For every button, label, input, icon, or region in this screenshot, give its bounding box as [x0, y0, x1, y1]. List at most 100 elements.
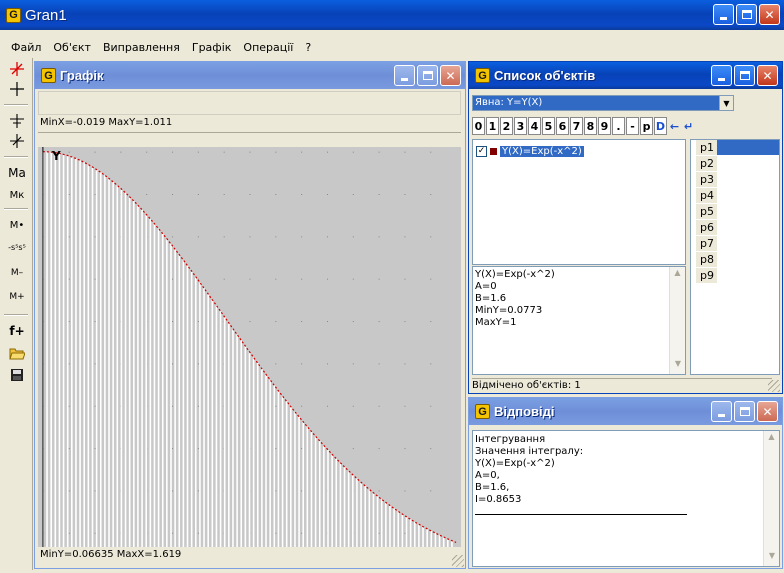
- graph-maximize-button[interactable]: [417, 65, 438, 86]
- graph-window-title-bar[interactable]: G Графік ✕: [35, 62, 465, 89]
- menu-edit[interactable]: Виправлення: [102, 41, 181, 54]
- keypad-button[interactable]: .: [612, 117, 625, 135]
- answer-line: Значення інтегралу:: [475, 446, 584, 457]
- detail-line: A=0: [475, 281, 497, 292]
- keypad-button[interactable]: D: [654, 117, 667, 135]
- keypad-button[interactable]: p: [640, 117, 653, 135]
- object-label: Y(X)=Exp(-x^2): [500, 145, 584, 157]
- answer-line: B=1.6,: [475, 482, 510, 493]
- keypad-button[interactable]: ↵: [682, 117, 695, 135]
- menu-file[interactable]: Файл: [10, 41, 42, 54]
- answers-window-logo-icon: G: [475, 404, 490, 419]
- keypad-button[interactable]: ←: [668, 117, 681, 135]
- objects-resize-grip[interactable]: [768, 380, 780, 392]
- m-plus-tool-icon[interactable]: M+: [7, 288, 27, 306]
- ma-tool-icon[interactable]: Ma: [7, 164, 27, 182]
- keypad: 0 1 2 3 4 5 6 7 8 9. - p D ← ↵: [472, 117, 695, 135]
- graph-window-title: Графік: [60, 68, 104, 83]
- answers-minimize-button[interactable]: [711, 401, 732, 422]
- param-button-p4[interactable]: p4: [696, 188, 717, 203]
- answer-line: I=0.8653: [475, 494, 522, 505]
- toolbar-separator: [4, 208, 28, 210]
- keypad-button[interactable]: 0: [472, 117, 485, 135]
- param-button-p5[interactable]: p5: [696, 204, 717, 219]
- keypad-button[interactable]: 4: [528, 117, 541, 135]
- param-selection-bar: [717, 140, 779, 155]
- answers-window-title: Відповіді: [494, 404, 555, 419]
- object-type-dropdown[interactable]: Явна: Y=Y(X) ▼: [472, 95, 734, 111]
- param-button-p6[interactable]: p6: [696, 220, 717, 235]
- param-button-p2[interactable]: p2: [696, 156, 717, 171]
- objects-close-button[interactable]: ✕: [757, 65, 778, 86]
- point-tool-icon[interactable]: [7, 112, 27, 130]
- keypad-button[interactable]: 2: [500, 117, 513, 135]
- detail-line: B=1.6: [475, 293, 507, 304]
- app-title: Gran1: [25, 6, 67, 24]
- y-axis-label: Y: [52, 149, 61, 163]
- app-minimize-button[interactable]: [713, 4, 734, 25]
- param-button-p3[interactable]: p3: [696, 172, 717, 187]
- graph-plot: [42, 147, 457, 547]
- answers-maximize-button[interactable]: [734, 401, 755, 422]
- app-logo-icon: G: [6, 7, 21, 23]
- graph-formula-bar[interactable]: [38, 91, 461, 115]
- segment-tool-icon[interactable]: [7, 132, 27, 150]
- list-item[interactable]: ✓ Y(X)=Exp(-x^2): [473, 143, 685, 159]
- keypad-button[interactable]: 8: [584, 117, 597, 135]
- keypad-button[interactable]: 9: [598, 117, 611, 135]
- answer-line: Y(X)=Exp(-x^2): [475, 458, 555, 469]
- menu-bar: Файл Об'єкт Виправлення Графік Операції …: [0, 37, 784, 57]
- graph-resize-grip[interactable]: [452, 555, 464, 567]
- answer-divider: [475, 514, 687, 515]
- open-folder-icon[interactable]: [7, 344, 27, 362]
- answers-text[interactable]: Інтегрування Значення інтегралу: Y(X)=Ex…: [472, 430, 780, 567]
- param-button-p9[interactable]: p9: [696, 268, 717, 283]
- toolbar-separator: [4, 104, 28, 106]
- keypad-button[interactable]: 3: [514, 117, 527, 135]
- mdot-tool-icon[interactable]: M•: [7, 216, 27, 234]
- objects-window-title-bar[interactable]: G Список об'єктів ✕: [469, 62, 782, 89]
- m-minus-tool-icon[interactable]: M–: [7, 264, 27, 282]
- keypad-button[interactable]: -: [626, 117, 639, 135]
- f-plus-tool-icon[interactable]: f+: [7, 322, 27, 340]
- objects-maximize-button[interactable]: [734, 65, 755, 86]
- cross-tool-icon[interactable]: [7, 80, 27, 98]
- save-icon[interactable]: [7, 366, 27, 384]
- param-button-p1[interactable]: p1: [696, 140, 717, 155]
- answers-close-button[interactable]: ✕: [757, 401, 778, 422]
- param-button-p8[interactable]: p8: [696, 252, 717, 267]
- menu-graph[interactable]: Графік: [191, 41, 233, 54]
- detail-line: Y(X)=Exp(-x^2): [475, 269, 555, 280]
- objects-window-title: Список об'єктів: [494, 68, 596, 83]
- objects-window-logo-icon: G: [475, 68, 490, 83]
- answers-window-title-bar[interactable]: G Відповіді ✕: [469, 398, 782, 425]
- details-scrollbar[interactable]: ▲ ▼: [669, 267, 685, 374]
- axes-tool-icon[interactable]: [7, 60, 27, 78]
- keypad-button[interactable]: 6: [556, 117, 569, 135]
- answers-scrollbar[interactable]: ▲ ▼: [763, 431, 779, 566]
- param-button-p7[interactable]: p7: [696, 236, 717, 251]
- detail-line: MaxY=1: [475, 317, 517, 328]
- keypad-button[interactable]: 1: [486, 117, 499, 135]
- toolbar-separator: [4, 156, 28, 158]
- object-list[interactable]: ✓ Y(X)=Exp(-x^2): [472, 139, 686, 265]
- menu-operations[interactable]: Операції: [242, 41, 294, 54]
- menu-help[interactable]: ?: [304, 41, 312, 54]
- sss-tool-icon[interactable]: -s⁵s⁵: [7, 238, 27, 256]
- app-maximize-button[interactable]: [736, 4, 757, 25]
- graph-canvas[interactable]: Y: [38, 147, 461, 547]
- mk-tool-icon[interactable]: Mк: [7, 186, 27, 204]
- graph-bottom-status: MinY=0.06635 MaxX=1.619: [40, 549, 182, 560]
- graph-close-button[interactable]: ✕: [440, 65, 461, 86]
- graph-window-logo-icon: G: [41, 68, 56, 83]
- object-checkbox[interactable]: ✓: [476, 145, 487, 157]
- toolbar-separator: [4, 314, 28, 316]
- keypad-button[interactable]: 5: [542, 117, 555, 135]
- chevron-down-icon[interactable]: ▼: [719, 96, 733, 110]
- app-close-button[interactable]: ✕: [759, 4, 780, 25]
- objects-minimize-button[interactable]: [711, 65, 732, 86]
- graph-ruler: [38, 132, 461, 146]
- menu-object[interactable]: Об'єкт: [52, 41, 92, 54]
- keypad-button[interactable]: 7: [570, 117, 583, 135]
- graph-minimize-button[interactable]: [394, 65, 415, 86]
